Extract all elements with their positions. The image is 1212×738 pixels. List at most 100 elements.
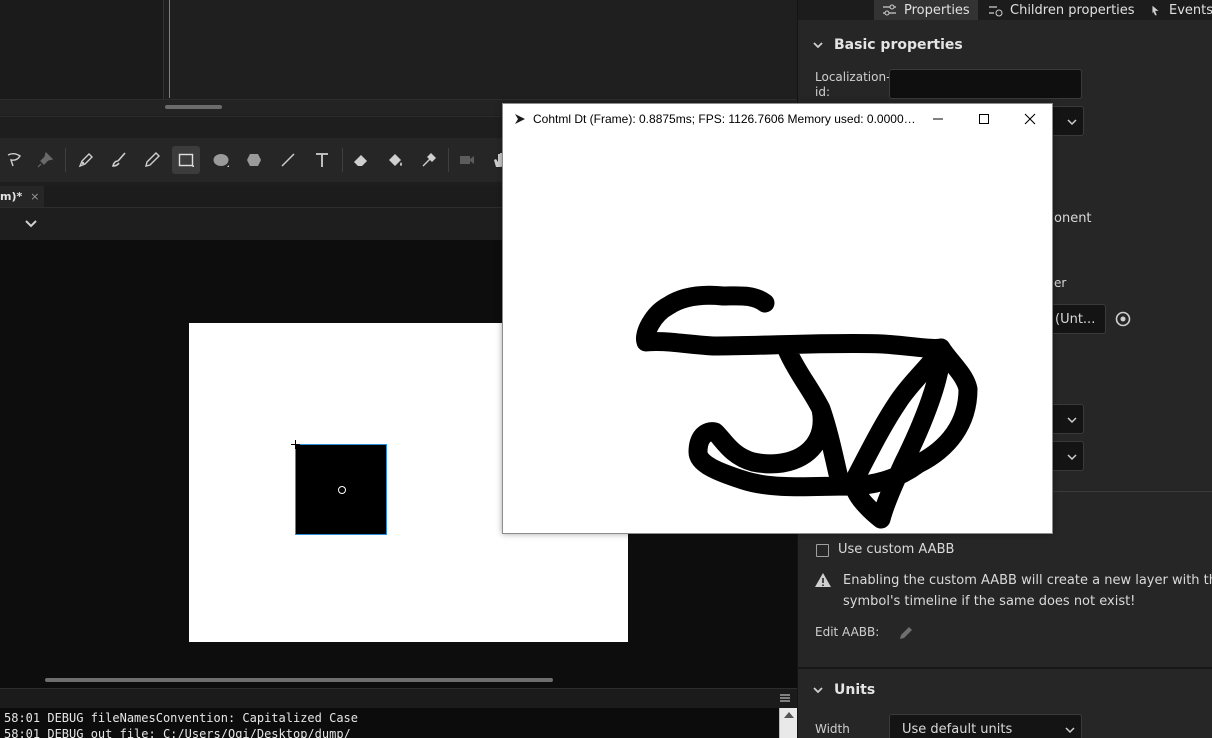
lasso-icon: [7, 153, 21, 167]
chevron-down-icon: [1067, 454, 1077, 461]
tab-events-label: Events: [1168, 2, 1212, 18]
lasso-tool-button[interactable]: [0, 146, 28, 174]
polygon-tool-button[interactable]: [240, 146, 268, 174]
chevron-down-icon: [1067, 119, 1077, 126]
line-icon: [281, 153, 295, 167]
pencil-icon: [145, 152, 160, 167]
tab-properties[interactable]: Properties: [874, 0, 978, 20]
freehand-drawing: [636, 285, 978, 529]
document-tab-label: m)*: [0, 190, 23, 203]
hidden-dropdown-select-2[interactable]: [1048, 404, 1084, 434]
console-line: 58:01 DEBUG fileNamesConvention: Capital…: [4, 711, 359, 725]
warning-icon: [815, 573, 831, 587]
pin-icon: [37, 151, 54, 168]
edit-aabb-label: Edit AABB:: [815, 625, 880, 639]
chevron-down-icon: [1065, 727, 1075, 734]
component-select-value: (Unt...: [1055, 311, 1096, 327]
target-picker-icon[interactable]: [1115, 311, 1131, 327]
brush-tool-button[interactable]: [105, 146, 133, 174]
basic-properties-title: Basic properties: [834, 37, 963, 53]
custom-aabb-warning-text: Enabling the custom AABB will create a n…: [843, 573, 1212, 588]
debug-window-titlebar[interactable]: Cohtml Dt (Frame): 0.8875ms; FPS: 1126.7…: [503, 104, 1052, 134]
toolbar-separator: [342, 148, 343, 172]
width-units-select[interactable]: Use default units: [889, 714, 1082, 738]
console-output[interactable]: 58:01 DEBUG fileNamesConvention: Capital…: [0, 708, 797, 738]
minimize-icon: [933, 118, 943, 120]
width-units-value: Use default units: [902, 721, 1013, 737]
eraser-tool-button[interactable]: [347, 146, 375, 174]
hamburger-menu-icon[interactable]: [779, 692, 791, 704]
pencil-tool-button[interactable]: [138, 146, 166, 174]
text-icon: [316, 153, 328, 167]
units-section-header[interactable]: Units: [798, 674, 1212, 706]
hexagon-icon: [247, 154, 261, 166]
camera-tool-button[interactable]: [453, 146, 481, 174]
document-tab[interactable]: m)* ×: [0, 186, 44, 207]
brush-icon: [112, 152, 126, 167]
pin-tool-button[interactable]: [31, 146, 59, 174]
partial-component-text: onent: [1054, 211, 1092, 226]
hidden-dropdown-select[interactable]: [1048, 106, 1084, 136]
debug-drawing-surface[interactable]: [503, 134, 1052, 533]
console-scrollbar[interactable]: [779, 708, 797, 738]
canvas-scrollbar-thumb[interactable]: [45, 678, 553, 682]
units-title: Units: [834, 682, 876, 698]
use-custom-aabb-label: Use custom AABB: [838, 542, 955, 557]
transform-pivot-point[interactable]: [338, 486, 346, 494]
timeline-playhead[interactable]: [169, 0, 170, 98]
tab-properties-label: Properties: [904, 2, 970, 18]
basic-properties-section-header[interactable]: Basic properties: [798, 29, 1212, 61]
pencil-edit-icon[interactable]: [898, 625, 914, 641]
children-settings-icon: [989, 5, 1003, 16]
partial-label-text: er: [1054, 276, 1067, 290]
component-select[interactable]: (Unt...: [1048, 304, 1106, 334]
eraser-icon: [354, 155, 367, 166]
registration-point-crosshair-icon: [291, 440, 300, 449]
width-label: Width: [815, 722, 850, 736]
document-tab-close-icon[interactable]: ×: [30, 190, 39, 203]
freehand-stroke: [636, 285, 978, 529]
eyedropper-tool-button[interactable]: [415, 146, 443, 174]
ellipse-tool-button[interactable]: [207, 146, 235, 174]
tab-children-properties[interactable]: Children properties: [988, 0, 1138, 20]
close-icon: [1024, 113, 1036, 125]
timeline-panel: [0, 0, 797, 117]
selected-rectangle-shape[interactable]: [295, 444, 387, 535]
debug-window-title: Cohtml Dt (Frame): 0.8875ms; FPS: 1126.7…: [533, 112, 917, 126]
pen-icon: [78, 153, 93, 168]
maximize-button[interactable]: [961, 104, 1007, 134]
toolbar-separator: [448, 148, 449, 172]
events-cursor-icon: [1152, 5, 1159, 15]
custom-aabb-warning-text-2: symbol's timeline if the same does not e…: [843, 594, 1136, 609]
properties-tab-bar: Properties Children properties Events: [798, 0, 1212, 20]
scroll-up-arrow-icon[interactable]: [784, 712, 794, 718]
text-tool-button[interactable]: [308, 146, 336, 174]
rectangle-tool-button[interactable]: [172, 146, 200, 174]
hidden-dropdown-select-3[interactable]: [1048, 441, 1084, 471]
localization-id-label: Localization-id:: [815, 70, 891, 99]
toolbar-separator: [65, 148, 66, 172]
line-tool-button[interactable]: [274, 146, 302, 174]
camera-icon: [460, 156, 474, 164]
cohtml-debug-window[interactable]: Cohtml Dt (Frame): 0.8875ms; FPS: 1126.7…: [502, 103, 1053, 534]
sliders-icon: [883, 4, 896, 15]
scene-dropdown-chevron-down-icon[interactable]: [24, 217, 38, 231]
console-line: 58:01 DEBUG out file: C:/Users/Ogi/Deskt…: [4, 727, 351, 738]
paint-bucket-icon: [389, 154, 402, 166]
app-icon: [515, 114, 525, 124]
use-custom-aabb-checkbox[interactable]: [816, 544, 829, 557]
console-header: [0, 688, 797, 708]
tab-children-properties-label: Children properties: [1010, 2, 1135, 18]
timeline-layers-column: [0, 0, 164, 100]
close-button[interactable]: [1007, 104, 1053, 134]
chevron-down-icon: [813, 687, 823, 694]
ellipse-icon: [213, 154, 229, 167]
chevron-down-icon: [813, 42, 823, 49]
tab-events[interactable]: Events: [1149, 0, 1212, 20]
minimize-button[interactable]: [915, 104, 961, 134]
timeline-scrollbar-thumb[interactable]: [165, 105, 222, 109]
paint-bucket-tool-button[interactable]: [381, 146, 409, 174]
pen-tool-button[interactable]: [72, 146, 100, 174]
maximize-icon: [979, 114, 989, 124]
localization-id-input[interactable]: [889, 69, 1082, 99]
